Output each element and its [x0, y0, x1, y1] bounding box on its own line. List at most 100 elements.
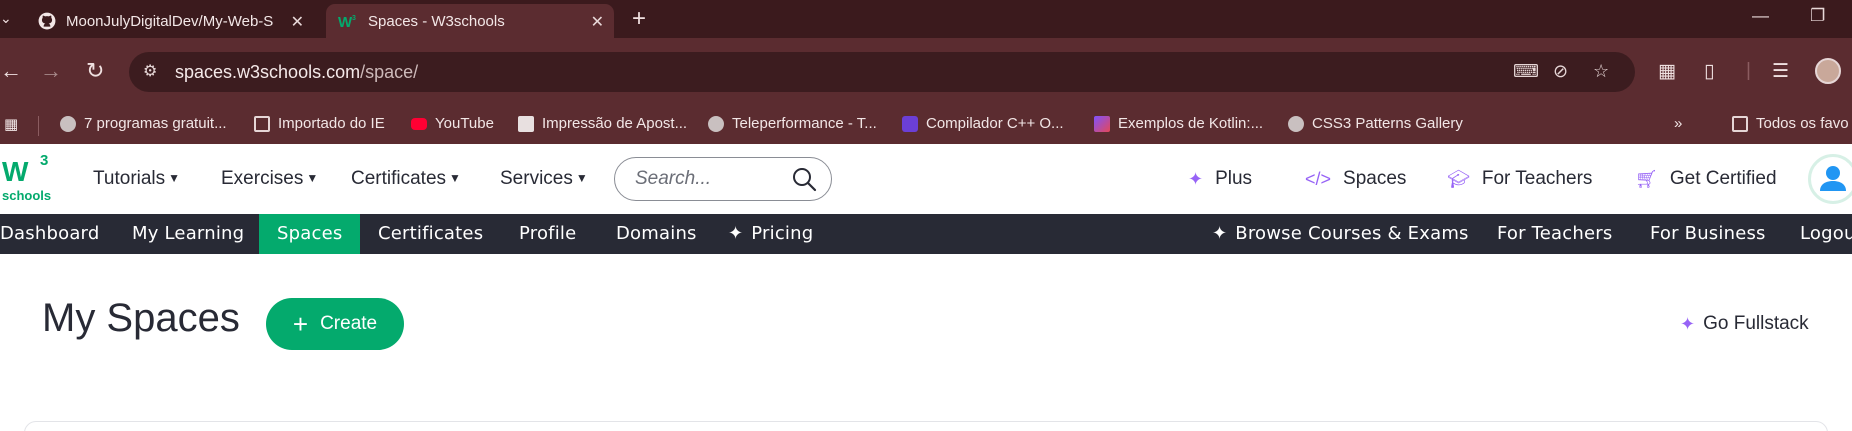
subnav-label: Browse Courses & Exams — [1235, 223, 1469, 244]
bookmark-label: Importado do IE — [278, 115, 385, 132]
folder-icon — [1732, 115, 1748, 132]
apps-grid-icon[interactable]: ▦ — [4, 115, 18, 133]
w3-sub-nav: Dashboard My Learning Spaces Certificate… — [0, 214, 1852, 254]
plus-link[interactable]: ✦ Plus — [1188, 168, 1252, 190]
create-label: Create — [320, 313, 378, 334]
w3schools-icon: W3 — [338, 14, 356, 29]
code-icon: </> — [1305, 168, 1332, 189]
bookmark-star-icon[interactable]: ☆ — [1593, 61, 1609, 82]
logo-3: 3 — [40, 152, 49, 169]
subnav-for-business[interactable]: For Business — [1650, 214, 1766, 254]
user-icon — [1820, 166, 1846, 191]
menu-label: Exercises — [221, 168, 304, 189]
bookmark-item[interactable]: Exemplos de Kotlin:... — [1094, 115, 1263, 132]
minimize-icon[interactable]: — — [1752, 6, 1769, 26]
bookmark-label: Compilador C++ O... — [926, 115, 1064, 132]
link-label: Spaces — [1343, 168, 1407, 189]
back-arrow-icon[interactable]: ← — [0, 58, 22, 84]
plus-icon: + — [292, 308, 309, 339]
subnav-label: Pricing — [751, 223, 814, 244]
browser-profile-avatar[interactable] — [1815, 58, 1841, 84]
bolt-icon — [902, 115, 918, 132]
subnav-logout[interactable]: Logou — [1800, 214, 1852, 254]
spaces-link[interactable]: </> Spaces — [1305, 168, 1406, 190]
get-certified-link[interactable]: 🛒︎ Get Certified — [1635, 168, 1777, 190]
bookmark-label: Exemplos de Kotlin:... — [1118, 115, 1264, 132]
tab-search-chevron-icon[interactable]: ⌄ — [0, 10, 12, 27]
kotlin-icon — [1094, 115, 1110, 132]
more-bookmarks-chevron-icon[interactable]: » — [1674, 115, 1682, 132]
tab-title: MoonJulyDigitalDev/My-Web-S — [66, 12, 274, 30]
caret-down-icon: ▼ — [449, 171, 461, 185]
address-bar[interactable]: ⚙ spaces.w3schools.com/space/ ⌨ ⊘ ☆ — [129, 52, 1635, 92]
bookmark-item[interactable]: Compilador C++ O... — [902, 115, 1064, 132]
for-teachers-link[interactable]: 🎓︎ For Teachers — [1447, 168, 1592, 190]
subnav-spaces[interactable]: Spaces — [259, 214, 361, 254]
create-space-button[interactable]: + Create — [266, 298, 404, 350]
menu-services[interactable]: Services ▼ — [500, 168, 588, 190]
youtube-icon — [411, 117, 427, 130]
bookmark-label: 7 programas gratuit... — [84, 115, 227, 132]
sparkle-icon: ✦ — [728, 223, 744, 244]
user-account-button[interactable] — [1808, 154, 1852, 204]
bookmark-label: CSS3 Patterns Gallery — [1312, 115, 1463, 132]
bookmark-item[interactable]: Impressão de Apost... — [518, 115, 687, 132]
bookmark-label: Teleperformance - T... — [732, 115, 877, 132]
close-tab-icon[interactable]: ✕ — [591, 12, 604, 32]
go-fullstack-link[interactable]: ✦ Go Fullstack — [1680, 313, 1809, 335]
globe-icon — [60, 115, 76, 132]
link-label: For Teachers — [1481, 168, 1593, 189]
page-title: My Spaces — [42, 296, 240, 340]
bookmark-item[interactable]: CSS3 Patterns Gallery — [1288, 115, 1463, 132]
site-settings-icon[interactable]: ⚙ — [143, 61, 157, 81]
bookmark-folder[interactable]: Todos os favo — [1732, 115, 1849, 132]
bookmark-label: Todos os favo — [1756, 115, 1849, 132]
subnav-certificates[interactable]: Certificates — [378, 214, 483, 254]
subnav-pricing[interactable]: ✦ Pricing — [728, 214, 813, 254]
menu-certificates[interactable]: Certificates ▼ — [351, 168, 461, 190]
link-label: Get Certified — [1669, 168, 1777, 189]
bookmark-folder[interactable]: Importado do IE — [254, 115, 385, 132]
menu-label: Tutorials — [93, 168, 166, 189]
go-fullstack-label: Go Fullstack — [1703, 313, 1809, 334]
subnav-profile[interactable]: Profile — [519, 214, 576, 254]
bookmark-item[interactable]: 7 programas gratuit... — [60, 115, 227, 132]
subnav-for-teachers[interactable]: For Teachers — [1497, 214, 1612, 254]
media-queue-icon[interactable]: ☰ — [1772, 60, 1789, 83]
globe-icon — [1288, 115, 1304, 132]
menu-label: Certificates — [351, 168, 447, 189]
logo-w: W — [2, 156, 28, 187]
search-icon[interactable] — [791, 164, 819, 194]
qr-code-icon[interactable]: ▦ — [1658, 60, 1676, 83]
menu-tutorials[interactable]: Tutorials ▼ — [93, 168, 180, 190]
graduation-cap-icon: 🎓︎ — [1447, 168, 1470, 189]
close-tab-icon[interactable]: ✕ — [291, 12, 304, 32]
forward-arrow-icon[interactable]: → — [40, 58, 62, 84]
menu-label: Services — [500, 168, 573, 189]
restore-window-icon[interactable]: ❐ — [1810, 6, 1825, 26]
subnav-domains[interactable]: Domains — [616, 214, 697, 254]
w3schools-logo[interactable]: W 3 schools — [0, 152, 54, 204]
subnav-dashboard[interactable]: Dashboard — [0, 214, 99, 254]
extensions-puzzle-icon[interactable]: ▯ — [1704, 60, 1714, 83]
browser-tab-github[interactable]: MoonJulyDigitalDev/My-Web-S ✕ — [26, 4, 314, 38]
subnav-browse-courses[interactable]: ✦ Browse Courses & Exams — [1212, 214, 1469, 254]
browser-tab-w3schools[interactable]: W3 Spaces - W3schools ✕ — [326, 4, 614, 38]
eye-slash-icon[interactable]: ⊘ — [1553, 61, 1568, 82]
new-tab-plus-icon[interactable]: + — [632, 5, 646, 33]
svg-text:W: W — [338, 14, 353, 29]
menu-exercises[interactable]: Exercises ▼ — [221, 168, 318, 190]
reload-icon[interactable]: ↻ — [86, 58, 104, 84]
translate-icon[interactable]: ⌨ — [1513, 61, 1539, 82]
bookmarks-bar: ▦ 7 programas gratuit... Importado do IE… — [0, 107, 1852, 144]
bookmark-label: YouTube — [435, 115, 494, 132]
sparkle-icon: ✦ — [1680, 313, 1696, 334]
svg-text:3: 3 — [352, 15, 356, 22]
caret-down-icon: ▼ — [168, 171, 181, 185]
url-text[interactable]: spaces.w3schools.com/space/ — [175, 62, 418, 83]
url-host: spaces.w3schools.com — [175, 62, 361, 82]
subnav-my-learning[interactable]: My Learning — [132, 214, 244, 254]
bookmark-item[interactable]: Teleperformance - T... — [708, 115, 877, 132]
bookmark-item[interactable]: YouTube — [411, 115, 494, 132]
search-input[interactable] — [635, 168, 795, 190]
